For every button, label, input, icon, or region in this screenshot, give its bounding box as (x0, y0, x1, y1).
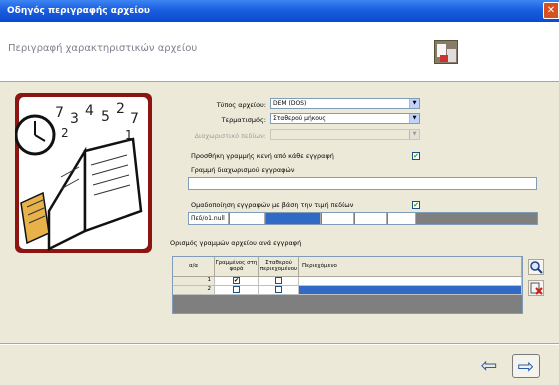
row-cell[interactable] (215, 286, 259, 295)
file-type-select[interactable]: DEM (DOS) ▼ (270, 98, 420, 109)
book-illustration: 7 3 4 5 2 7 2 1 (15, 93, 152, 253)
row-cell[interactable]: ✔ (215, 277, 259, 286)
ruler-segment-selected[interactable] (266, 213, 321, 224)
page-title: Περιγραφή χαρακτηριστικών αρχείου (8, 43, 198, 54)
encoding-select[interactable]: Σταθερού μήκους ▼ (270, 113, 420, 124)
wizard-header: Περιγραφή χαρακτηριστικών αρχείου (0, 22, 559, 82)
ruler-segment[interactable] (230, 213, 265, 224)
lines-per-record-label: Ορισμός γραμμών αρχείου ανά εγγραφή (170, 239, 302, 247)
group-records-label: Ομαδοποίηση εγγραφών με βάση την τιμή πε… (191, 201, 354, 209)
delete-button[interactable] (528, 280, 544, 296)
row-direction-checkbox[interactable]: ✔ (233, 277, 240, 284)
file-type-value: DEM (DOS) (273, 100, 307, 107)
encoding-value: Σταθερού μήκους (273, 115, 326, 122)
ruler-segment[interactable] (388, 213, 416, 224)
back-button[interactable]: ⇦ (475, 354, 503, 378)
lines-table[interactable]: α/α Γραμμένος στη φορά Σταθερού περιεχομ… (172, 256, 523, 314)
row-fixed-checkbox[interactable] (275, 286, 282, 293)
window-title-bar: Οδηγός περιγραφής αρχείου ✕ (0, 0, 559, 22)
svg-text:5: 5 (101, 109, 110, 125)
svg-text:3: 3 (70, 111, 79, 127)
ruler-segment[interactable] (355, 213, 387, 224)
row-content[interactable] (299, 277, 522, 286)
zoom-icon (530, 261, 543, 274)
zoom-button[interactable] (528, 259, 544, 275)
file-type-label: Τύπος αρχείου: (216, 101, 266, 109)
row-number: 2 (173, 286, 215, 295)
row-cell[interactable] (259, 286, 299, 295)
window-title: Οδηγός περιγραφής αρχείου (7, 6, 150, 16)
chevron-down-icon: ▼ (409, 130, 419, 139)
next-button[interactable]: ⇨ (512, 354, 540, 378)
row-fixed-checkbox[interactable] (275, 277, 282, 284)
close-button[interactable]: ✕ (543, 2, 559, 19)
chevron-down-icon[interactable]: ▼ (409, 114, 419, 123)
delete-icon (530, 282, 543, 295)
record-separator-input[interactable] (188, 177, 537, 190)
record-separator-label: Γραμμή διαχωρισμού εγγραφών (191, 166, 295, 174)
field-ruler[interactable]: Πεδ/ο1.null (188, 212, 538, 225)
encoding-label: Τερματισμός: (221, 116, 266, 124)
svg-text:7: 7 (130, 111, 139, 127)
column-header-fixed[interactable]: Σταθερού περιεχομένου (259, 257, 299, 277)
row-number: 1 (173, 277, 215, 286)
field-separator-label: Διαχωριστικό πεδίων: (194, 132, 266, 140)
column-header-direction[interactable]: Γραμμένος στη φορά (215, 257, 259, 277)
column-header-number[interactable]: α/α (173, 257, 215, 277)
svg-text:2: 2 (116, 101, 125, 117)
add-line-checkbox[interactable]: ✔ (412, 152, 420, 160)
add-line-label: Προσθήκη γραμμής κενή από κάθε εγγραφή (191, 152, 334, 160)
ruler-field-1[interactable]: Πεδ/ο1.null (189, 213, 229, 224)
row-direction-checkbox[interactable] (233, 286, 240, 293)
column-header-content[interactable]: Περιεχόμενο (299, 257, 522, 277)
field-separator-select: ▼ (270, 129, 420, 140)
chevron-down-icon[interactable]: ▼ (409, 99, 419, 108)
ruler-segment[interactable] (322, 213, 354, 224)
footer-separator (0, 343, 559, 345)
svg-text:4: 4 (85, 103, 94, 119)
svg-text:7: 7 (55, 105, 64, 121)
documents-icon (434, 40, 458, 64)
svg-text:2: 2 (61, 126, 69, 140)
group-records-checkbox[interactable]: ✔ (412, 201, 420, 209)
row-cell[interactable] (259, 277, 299, 286)
row-content-selected[interactable] (299, 286, 522, 295)
